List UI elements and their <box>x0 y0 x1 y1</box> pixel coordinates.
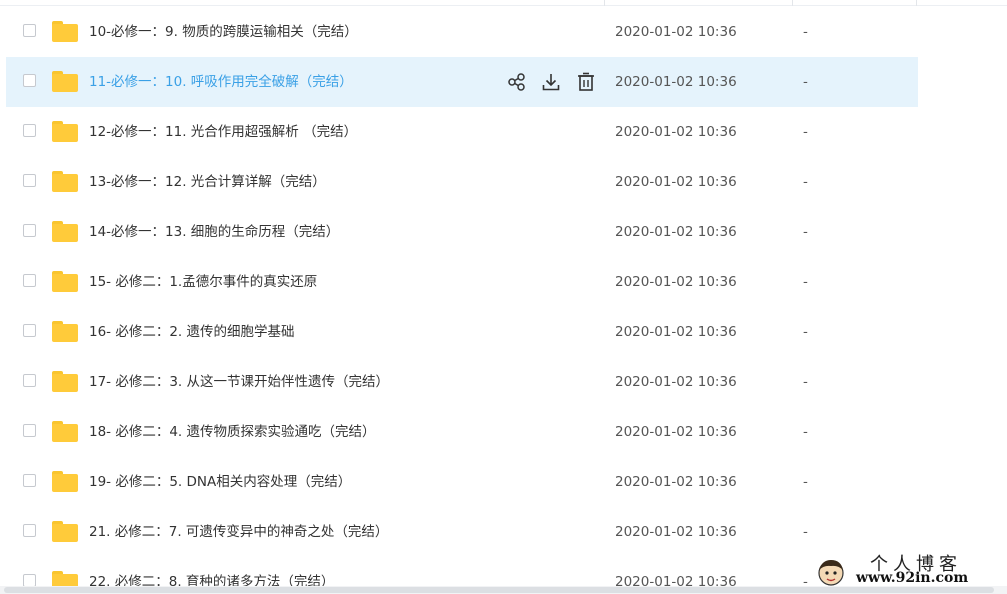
modified-date: 2020-01-02 10:36 <box>615 474 737 490</box>
row-checkbox[interactable] <box>23 324 36 337</box>
file-list: 10-必修一：9. 物质的跨膜运输相关（完结） 2020-01-02 10:36 -… <box>6 7 918 586</box>
file-list-viewport: 10-必修一：9. 物质的跨膜运输相关（完结） 2020-01-02 10:36 -… <box>0 0 1007 586</box>
file-row[interactable]: 14-必修一：13. 细胞的生命历程（完结） 2020-01-02 10:36 - <box>6 207 918 257</box>
file-size: - <box>803 324 808 340</box>
file-name[interactable]: 15- 必修二：1.孟德尔事件的真实还原 <box>89 257 317 307</box>
row-checkbox[interactable] <box>23 224 36 237</box>
modified-date: 2020-01-02 10:36 <box>615 324 737 340</box>
file-name[interactable]: 18- 必修二：4. 遗传物质探索实验通吃（完结） <box>89 407 376 457</box>
folder-icon <box>52 371 78 392</box>
blog-watermark: 个人博客 www.92in.com <box>812 549 1007 589</box>
row-checkbox[interactable] <box>23 24 36 37</box>
trash-icon[interactable] <box>575 71 597 93</box>
folder-icon <box>52 71 78 92</box>
folder-icon <box>52 321 78 342</box>
folder-icon <box>52 221 78 242</box>
file-name[interactable]: 17- 必修二：3. 从这一节课开始伴性遗传（完结） <box>89 357 389 407</box>
row-checkbox[interactable] <box>23 424 36 437</box>
file-name[interactable]: 16- 必修二：2. 遗传的细胞学基础 <box>89 307 295 357</box>
file-row[interactable]: 15- 必修二：1.孟德尔事件的真实还原 2020-01-02 10:36 - <box>6 257 918 307</box>
folder-icon <box>52 171 78 192</box>
file-size: - <box>803 424 808 440</box>
cartoon-face-icon <box>818 560 844 586</box>
file-size: - <box>803 574 808 586</box>
file-row[interactable]: 22. 必修二：8. 育种的诸多方法（完结） 2020-01-02 10:36 - <box>6 557 918 586</box>
file-size: - <box>803 174 808 190</box>
row-checkbox[interactable] <box>23 574 36 586</box>
modified-date: 2020-01-02 10:36 <box>615 424 737 440</box>
file-row[interactable]: 12-必修一：11. 光合作用超强解析 （完结） 2020-01-02 10:36… <box>6 107 918 157</box>
folder-icon <box>52 421 78 442</box>
folder-icon <box>52 571 78 586</box>
folder-icon <box>52 271 78 292</box>
file-row[interactable]: 10-必修一：9. 物质的跨膜运输相关（完结） 2020-01-02 10:36 - <box>6 7 918 57</box>
watermark-url: www.92in.com <box>856 570 969 586</box>
file-name[interactable]: 22. 必修二：8. 育种的诸多方法（完结） <box>89 557 334 586</box>
row-checkbox[interactable] <box>23 474 36 487</box>
file-row[interactable]: 19- 必修二：5. DNA相关内容处理（完结） 2020-01-02 10:36… <box>6 457 918 507</box>
file-row[interactable]: 11-必修一：10. 呼吸作用完全破解（完结） 2020-01-02 10:36 - <box>6 57 918 107</box>
row-checkbox[interactable] <box>23 274 36 287</box>
file-name[interactable]: 14-必修一：13. 细胞的生命历程（完结） <box>89 207 339 257</box>
file-size: - <box>803 74 808 90</box>
modified-date: 2020-01-02 10:36 <box>615 224 737 240</box>
file-row[interactable]: 18- 必修二：4. 遗传物质探索实验通吃（完结） 2020-01-02 10:3… <box>6 407 918 457</box>
modified-date: 2020-01-02 10:36 <box>615 524 737 540</box>
file-row[interactable]: 13-必修一：12. 光合计算详解（完结） 2020-01-02 10:36 - <box>6 157 918 207</box>
modified-date: 2020-01-02 10:36 <box>615 374 737 390</box>
file-name[interactable]: 19- 必修二：5. DNA相关内容处理（完结） <box>89 457 351 507</box>
file-size: - <box>803 374 808 390</box>
row-checkbox[interactable] <box>23 374 36 387</box>
file-size: - <box>803 124 808 140</box>
file-name[interactable]: 13-必修一：12. 光合计算详解（完结） <box>89 157 326 207</box>
row-checkbox[interactable] <box>23 524 36 537</box>
file-row[interactable]: 16- 必修二：2. 遗传的细胞学基础 2020-01-02 10:36 - <box>6 307 918 357</box>
row-checkbox[interactable] <box>23 74 36 87</box>
modified-date: 2020-01-02 10:36 <box>615 124 737 140</box>
file-size: - <box>803 24 808 40</box>
file-name[interactable]: 11-必修一：10. 呼吸作用完全破解（完结） <box>89 57 353 107</box>
file-row[interactable]: 21. 必修二：7. 可遗传变异中的神奇之处（完结） 2020-01-02 10:… <box>6 507 918 557</box>
folder-icon <box>52 471 78 492</box>
file-size: - <box>803 224 808 240</box>
folder-icon <box>52 121 78 142</box>
folder-icon <box>52 521 78 542</box>
file-name[interactable]: 12-必修一：11. 光合作用超强解析 （完结） <box>89 107 357 157</box>
file-size: - <box>803 524 808 540</box>
file-size: - <box>803 474 808 490</box>
file-row[interactable]: 17- 必修二：3. 从这一节课开始伴性遗传（完结） 2020-01-02 10:… <box>6 357 918 407</box>
modified-date: 2020-01-02 10:36 <box>615 274 737 290</box>
download-icon[interactable] <box>540 71 562 93</box>
modified-date: 2020-01-02 10:36 <box>615 24 737 40</box>
row-checkbox[interactable] <box>23 174 36 187</box>
row-checkbox[interactable] <box>23 124 36 137</box>
file-size: - <box>803 274 808 290</box>
file-name[interactable]: 21. 必修二：7. 可遗传变异中的神奇之处（完结） <box>89 507 388 557</box>
modified-date: 2020-01-02 10:36 <box>615 74 737 90</box>
folder-icon <box>52 21 78 42</box>
modified-date: 2020-01-02 10:36 <box>615 574 737 586</box>
share-icon[interactable] <box>506 71 528 93</box>
file-name[interactable]: 10-必修一：9. 物质的跨膜运输相关（完结） <box>89 7 358 57</box>
modified-date: 2020-01-02 10:36 <box>615 174 737 190</box>
